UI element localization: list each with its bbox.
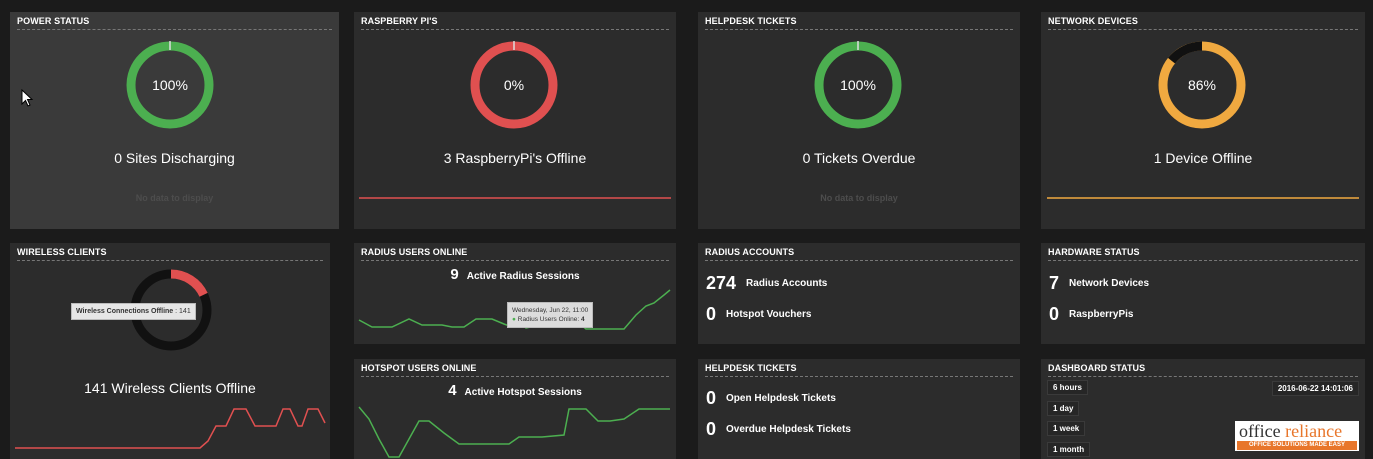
logo-wordmark: office reliance [1239, 421, 1342, 442]
tooltip-series-label: Radius Users Online: [517, 316, 580, 323]
last-updated-timestamp: 2016-06-22 14:01:06 [1271, 381, 1359, 396]
raspberry-pi-panel: RASPBERRY PI'S 0% 3 RaspberryPi's Offlin… [354, 12, 676, 229]
network-donut-chart[interactable] [1041, 12, 1365, 229]
panel-title: RADIUS ACCOUNTS [705, 246, 1013, 261]
tooltip-value: : 141 [175, 308, 191, 315]
panel-title: HARDWARE STATUS [1048, 246, 1358, 261]
range-1-week-button[interactable]: 1 week [1047, 421, 1086, 436]
hotspot-vouchers-label: Hotspot Vouchers [726, 309, 812, 320]
hotspot-users-online-panel: HOTSPOT USERS ONLINE 4 Active Hotspot Ses… [354, 359, 676, 459]
tooltip-value: 4 [580, 316, 585, 323]
open-tickets-label: Open Helpdesk Tickets [726, 393, 836, 404]
helpdesk-percent: 100% [840, 77, 876, 93]
raspberrypis-count: 0 [1049, 304, 1060, 324]
range-6-hours-button[interactable]: 6 hours [1047, 380, 1088, 395]
power-status-label: 0 Sites Discharging [114, 150, 235, 166]
rpi-percent: 0% [503, 77, 525, 93]
rpi-donut-chart[interactable] [354, 12, 676, 229]
radius-accounts-label: Radius Accounts [746, 278, 828, 289]
radius-tooltip: Wednesday, Jun 22, 11:00 ● Radius Users … [507, 302, 594, 328]
tooltip-series: ● Radius Users Online: 4 [512, 316, 585, 323]
tooltip-label: Wireless Connections Offline [76, 308, 174, 315]
helpdesk-tickets-summary-panel: HELPDESK TICKETS 0 Open Helpdesk Tickets … [698, 359, 1020, 459]
dashboard-status-panel: DASHBOARD STATUS 6 hours 1 day 1 week 1 … [1041, 359, 1365, 459]
wireless-sparkline [15, 408, 326, 449]
office-reliance-logo: office reliance OFFICE SOLUTIONS MADE EA… [1235, 421, 1359, 451]
network-percent: 86% [1187, 77, 1217, 93]
range-1-day-button[interactable]: 1 day [1047, 401, 1080, 416]
network-devices-stat: 7 Network Devices [1049, 273, 1149, 294]
radius-accounts-stat: 274 Radius Accounts [706, 273, 827, 294]
raspberrypis-label: RaspberryPis [1069, 309, 1134, 320]
radius-accounts-count: 274 [706, 273, 737, 293]
panel-title: DASHBOARD STATUS [1048, 362, 1358, 377]
network-status-label: 1 Device Offline [1153, 150, 1253, 166]
open-tickets-stat: 0 Open Helpdesk Tickets [706, 388, 836, 409]
wireless-donut-chart[interactable] [10, 243, 330, 459]
radius-sparkline[interactable] [354, 243, 676, 344]
no-data-message: No data to display [820, 193, 898, 203]
panel-title: HELPDESK TICKETS [705, 362, 1013, 377]
logo-word-office: office [1239, 421, 1281, 441]
tooltip-date: Wednesday, Jun 22, 11:00 [512, 307, 589, 314]
helpdesk-status-label: 0 Tickets Overdue [802, 150, 916, 166]
hardware-status-panel: HARDWARE STATUS 7 Network Devices 0 Raspbe… [1041, 243, 1365, 344]
overdue-tickets-count: 0 [706, 419, 717, 439]
overdue-tickets-label: Overdue Helpdesk Tickets [726, 424, 851, 435]
wireless-status-label: 141 Wireless Clients Offline [84, 380, 256, 396]
hotspot-vouchers-stat: 0 Hotspot Vouchers [706, 304, 811, 325]
wireless-tooltip: Wireless Connections Offline : 141 [71, 303, 196, 320]
wireless-clients-panel: WIRELESS CLIENTS Wireless Connections Of… [10, 243, 330, 459]
raspberrypis-stat: 0 RaspberryPis [1049, 304, 1134, 325]
overdue-tickets-stat: 0 Overdue Helpdesk Tickets [706, 419, 851, 440]
mouse-pointer-icon [21, 89, 34, 107]
radius-accounts-panel: RADIUS ACCOUNTS 274 Radius Accounts 0 Hots… [698, 243, 1020, 344]
hotspot-sparkline[interactable] [354, 359, 676, 459]
network-devices-label: Network Devices [1069, 278, 1150, 289]
helpdesk-tickets-panel: HELPDESK TICKETS 100% 0 Tickets Overdue … [698, 12, 1020, 229]
radius-users-online-panel: RADIUS USERS ONLINE 9 Active Radius Sessi… [354, 243, 676, 344]
power-status-panel: POWER STATUS 100% 0 Sites Discharging No… [10, 12, 339, 229]
open-tickets-count: 0 [706, 388, 717, 408]
rpi-status-label: 3 RaspberryPi's Offline [443, 150, 587, 166]
no-data-message: No data to display [135, 193, 214, 203]
logo-tagline: OFFICE SOLUTIONS MADE EASY [1237, 441, 1357, 450]
logo-word-reliance: reliance [1285, 421, 1343, 441]
network-devices-count: 7 [1049, 273, 1060, 293]
power-percent: 100% [152, 77, 188, 93]
hotspot-vouchers-count: 0 [706, 304, 717, 324]
network-devices-panel: NETWORK DEVICES 86% 1 Device Offline [1041, 12, 1365, 229]
range-1-month-button[interactable]: 1 month [1047, 442, 1091, 457]
